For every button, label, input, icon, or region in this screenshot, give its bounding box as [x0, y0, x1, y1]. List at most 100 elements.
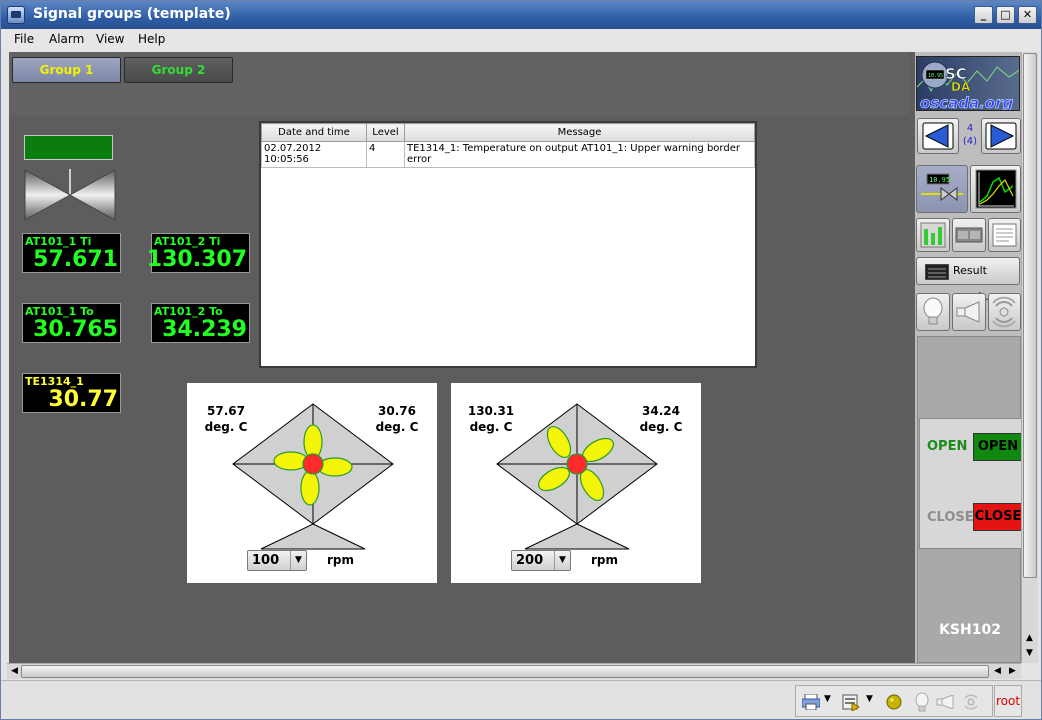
chevron-down-icon[interactable]: ▼	[290, 551, 306, 570]
page-number: 4	[966, 123, 974, 134]
alarm-light-button[interactable]	[916, 293, 950, 331]
cell-message: TE1314_1: Temperature on output AT101_1:…	[404, 141, 755, 168]
fan-icon[interactable]	[496, 403, 658, 551]
device-name: KSH102	[939, 622, 1001, 638]
next-page-button[interactable]	[981, 118, 1021, 154]
panel-view-button[interactable]	[952, 218, 986, 252]
result-graph-icon	[925, 264, 949, 280]
column-level[interactable]: Level	[366, 123, 405, 142]
display-te1314-1[interactable]: TE1314_1 30.77	[22, 373, 121, 413]
horizontal-scrollbar[interactable]: ◀ ◀ ▶	[7, 663, 1021, 679]
mnemo-view-value: 10.95	[929, 176, 950, 184]
display-at101-1-ti[interactable]: AT101_1 Ti 57.671	[22, 233, 121, 273]
open-button[interactable]: OPEN	[973, 433, 1023, 461]
close-button[interactable]: CLOSE	[973, 503, 1023, 531]
display-at101-1-to[interactable]: AT101_1 To 30.765	[22, 303, 121, 343]
column-datetime[interactable]: Date and time	[261, 123, 367, 142]
mnemo-area: Group 1 Group 2 AT101_1 Ti 57.671 AT101_…	[9, 52, 1023, 663]
document-view-button[interactable]	[988, 218, 1021, 252]
minimize-button[interactable]: _	[974, 6, 993, 24]
rpm-value: 100	[252, 553, 280, 568]
horn-icon[interactable]	[936, 695, 956, 709]
sound-icon	[992, 296, 1016, 328]
chevron-down-icon[interactable]: ▼	[554, 551, 570, 570]
document-icon	[992, 223, 1017, 247]
fan-unit-2: 130.31 deg. C 34.24 deg. C 200 ▼ rpm	[451, 383, 701, 583]
arrow-left-icon	[922, 122, 954, 150]
current-user[interactable]: root	[994, 685, 1022, 717]
control-side-panel: 10.95 SC DA oscada.org 4 (4) 10.95 Resul…	[915, 52, 1023, 663]
alarm-level-icon[interactable]	[885, 694, 903, 712]
valve-status-indicator[interactable]	[24, 135, 113, 160]
graph-view-button[interactable]	[970, 165, 1021, 213]
prev-page-button[interactable]	[917, 118, 959, 154]
alarm-horn-button[interactable]	[952, 293, 986, 331]
logo-value: 10.95	[928, 73, 943, 79]
mnemo-view-button[interactable]: 10.95	[916, 165, 968, 213]
display-value: 30.77	[48, 387, 118, 412]
fan-unit-1: 57.67 deg. C 30.76 deg. C 100 ▼ rpm	[187, 383, 437, 583]
app-icon[interactable]	[7, 6, 25, 24]
display-value: 30.765	[33, 317, 118, 342]
maximize-button[interactable]: □	[996, 6, 1015, 24]
group-strip: Group 1 Group 2	[9, 52, 909, 116]
export-icon[interactable]	[842, 693, 860, 711]
mnemo-view-icon: 10.95	[921, 173, 963, 201]
menu-file[interactable]: File	[14, 32, 34, 46]
status-bar: ▼ ▼ root	[1, 680, 1041, 719]
display-value: 34.239	[162, 317, 247, 342]
tab-group-2[interactable]: Group 2	[124, 57, 233, 83]
page-total: (4)	[962, 136, 978, 147]
menu-view[interactable]: View	[96, 32, 124, 46]
menu-alarm[interactable]: Alarm	[49, 32, 84, 46]
control-frame: OPEN OPEN CLOSE CLOSE KSH102	[917, 336, 1023, 663]
scroll-down-icon[interactable]: ▼	[1023, 647, 1036, 660]
page-counter: 4 (4)	[961, 119, 979, 153]
print-dropdown-icon[interactable]: ▼	[824, 694, 831, 704]
cell-datetime: 02.07.2012 10:05:56	[261, 141, 367, 168]
vertical-scroll-thumb[interactable]	[1023, 53, 1037, 578]
rpm-select[interactable]: 100 ▼	[247, 550, 307, 571]
chart-icon	[975, 169, 1017, 209]
display-at101-2-to[interactable]: AT101_2 To 34.239	[151, 303, 250, 343]
open-status-label: OPEN	[927, 439, 968, 454]
scroll-right-icon[interactable]: ▶	[1006, 665, 1019, 678]
export-dropdown-icon[interactable]: ▼	[866, 694, 873, 704]
scroll-left-icon[interactable]: ◀	[991, 665, 1004, 678]
alarm-sound-button[interactable]	[988, 293, 1021, 331]
oscada-logo: 10.95 SC DA oscada.org	[916, 56, 1020, 111]
rpm-value: 200	[516, 553, 544, 568]
rpm-label: rpm	[327, 553, 355, 567]
horn-icon	[956, 301, 980, 323]
signal-panel: AT101_1 Ti 57.671 AT101_2 Ti 130.307 AT1…	[9, 116, 909, 663]
app-window: Signal groups (template) _ □ ✕ File Alar…	[0, 0, 1042, 720]
alarm-table[interactable]: Date and time Level Message 02.07.2012 1…	[259, 121, 757, 368]
group-view-button[interactable]	[916, 218, 950, 252]
menu-help[interactable]: Help	[138, 32, 165, 46]
valve-icon[interactable]	[24, 169, 116, 221]
column-message[interactable]: Message	[404, 123, 755, 142]
display-at101-2-ti[interactable]: AT101_2 Ti 130.307	[147, 233, 250, 273]
rpm-select[interactable]: 200 ▼	[511, 550, 571, 571]
print-icon[interactable]	[802, 694, 820, 710]
result-graph-button[interactable]: Result graph.	[916, 257, 1020, 303]
scroll-left-icon[interactable]: ◀	[8, 665, 21, 678]
cell-level: 4	[366, 141, 405, 168]
tab-group-1[interactable]: Group 1	[12, 57, 121, 83]
display-value: 57.671	[33, 247, 118, 272]
close-window-button[interactable]: ✕	[1018, 6, 1037, 24]
scroll-up-icon[interactable]: ▲	[1023, 632, 1036, 645]
table-row[interactable]: 02.07.2012 10:05:56 4 TE1314_1: Temperat…	[261, 141, 755, 168]
title-bar[interactable]: Signal groups (template) _ □ ✕	[1, 1, 1041, 29]
horizontal-scroll-thumb[interactable]	[21, 665, 989, 678]
vertical-scrollbar[interactable]: ▲ ▼	[1021, 52, 1038, 663]
bars-icon	[920, 222, 946, 248]
lightbulb-icon[interactable]	[914, 692, 930, 712]
status-tools: ▼ ▼	[795, 685, 993, 717]
window-title: Signal groups (template)	[33, 6, 231, 22]
panel-icon	[955, 227, 983, 243]
display-value: 130.307	[146, 247, 247, 272]
logo-site-text: oscada.org	[920, 94, 1014, 111]
fan-icon[interactable]	[232, 403, 394, 551]
sound-icon[interactable]	[962, 693, 980, 711]
